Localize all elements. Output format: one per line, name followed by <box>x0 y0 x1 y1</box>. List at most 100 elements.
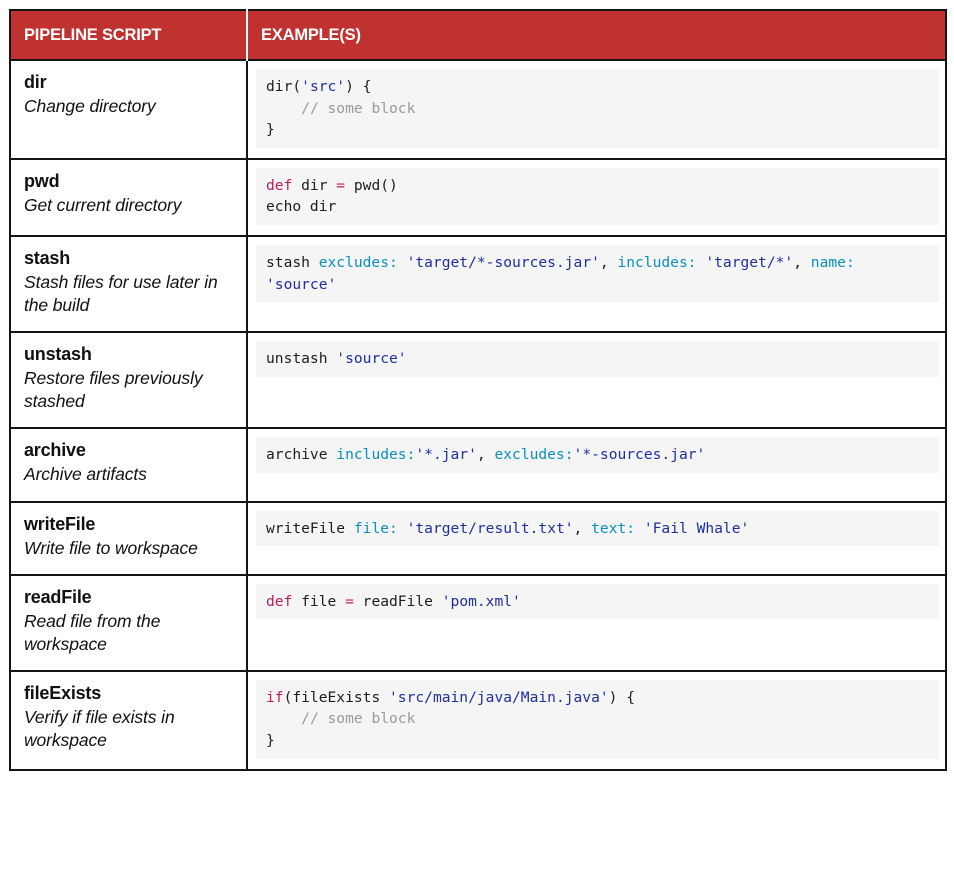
table-row: writeFileWrite file to workspacewriteFil… <box>10 502 946 575</box>
code-token-plain <box>266 710 301 727</box>
table-row: dirChange directorydir('src') { // some … <box>10 60 946 159</box>
table-header: PIPELINE SCRIPT EXAMPLE(S) <box>10 10 946 60</box>
code-token-op: = <box>345 593 354 610</box>
code-block: dir('src') { // some block } <box>256 69 939 148</box>
script-description: Change directory <box>24 95 236 118</box>
code-token-str: 'source' <box>336 350 406 367</box>
script-name: fileExists <box>24 682 236 705</box>
code-token-param: file: <box>354 520 398 537</box>
code-token-plain: dir <box>292 177 336 194</box>
code-token-str: 'pom.xml' <box>442 593 521 610</box>
code-token-plain: archive <box>266 446 336 463</box>
script-name: pwd <box>24 170 236 193</box>
column-header-examples: EXAMPLE(S) <box>247 10 946 60</box>
code-token-param: excludes: <box>494 446 573 463</box>
code-token-param: includes: <box>336 446 415 463</box>
script-cell: pwdGet current directory <box>10 159 247 236</box>
table-body: dirChange directorydir('src') { // some … <box>10 60 946 770</box>
example-cell: def file = readFile 'pom.xml' <box>247 575 946 671</box>
script-description: Stash files for use later in the build <box>24 271 236 317</box>
code-token-comment: // some block <box>301 710 415 727</box>
table-row: pwdGet current directorydef dir = pwd() … <box>10 159 946 236</box>
code-token-kw: def <box>266 177 292 194</box>
code-token-op: = <box>336 177 345 194</box>
script-name: readFile <box>24 586 236 609</box>
script-cell: fileExistsVerify if file exists in works… <box>10 671 247 770</box>
example-cell: stash excludes: 'target/*-sources.jar', … <box>247 236 946 332</box>
script-description: Restore files previously stashed <box>24 367 236 413</box>
code-block: def file = readFile 'pom.xml' <box>256 584 939 620</box>
code-token-str: 'target/*' <box>705 254 793 271</box>
code-token-param: excludes: <box>319 254 398 271</box>
code-token-plain: , <box>574 520 592 537</box>
code-token-plain <box>635 520 644 537</box>
script-cell: dirChange directory <box>10 60 247 159</box>
code-block: stash excludes: 'target/*-sources.jar', … <box>256 245 939 302</box>
code-token-kw: def <box>266 593 292 610</box>
example-cell: archive includes:'*.jar', excludes:'*-so… <box>247 428 946 501</box>
script-name: writeFile <box>24 513 236 536</box>
script-description: Verify if file exists in workspace <box>24 706 236 752</box>
code-token-plain: , <box>600 254 618 271</box>
code-token-plain: } <box>266 121 275 138</box>
code-token-param: includes: <box>617 254 696 271</box>
script-cell: writeFileWrite file to workspace <box>10 502 247 575</box>
table-row: unstashRestore files previously stashedu… <box>10 332 946 428</box>
code-block: if(fileExists 'src/main/java/Main.java')… <box>256 680 939 759</box>
code-block: writeFile file: 'target/result.txt', tex… <box>256 511 939 547</box>
code-token-plain: , <box>477 446 495 463</box>
table-row: readFileRead file from the workspacedef … <box>10 575 946 671</box>
code-token-param: name: <box>811 254 855 271</box>
code-token-plain: echo dir <box>266 198 336 215</box>
script-cell: unstashRestore files previously stashed <box>10 332 247 428</box>
code-token-plain <box>266 100 301 117</box>
code-token-plain: unstash <box>266 350 336 367</box>
code-token-plain <box>398 254 407 271</box>
code-token-plain: stash <box>266 254 319 271</box>
code-token-kw: if <box>266 689 284 706</box>
script-name: unstash <box>24 343 236 366</box>
code-token-str: '*-sources.jar' <box>574 446 706 463</box>
example-cell: dir('src') { // some block } <box>247 60 946 159</box>
table-row: archiveArchive artifactsarchive includes… <box>10 428 946 501</box>
script-description: Write file to workspace <box>24 537 236 560</box>
script-description: Get current directory <box>24 194 236 217</box>
script-description: Read file from the workspace <box>24 610 236 656</box>
code-token-plain: } <box>266 732 275 749</box>
code-token-plain: ) { <box>609 689 635 706</box>
code-token-str: 'Fail Whale' <box>644 520 749 537</box>
code-token-str: 'source' <box>266 276 336 293</box>
pipeline-script-table: PIPELINE SCRIPT EXAMPLE(S) dirChange dir… <box>9 9 947 771</box>
code-block: def dir = pwd() echo dir <box>256 168 939 225</box>
code-token-plain: file <box>292 593 345 610</box>
code-token-plain: ) { <box>345 78 371 95</box>
pipeline-script-reference: PIPELINE SCRIPT EXAMPLE(S) dirChange dir… <box>9 9 947 771</box>
code-block: unstash 'source' <box>256 341 939 377</box>
code-token-comment: // some block <box>301 100 415 117</box>
script-name: dir <box>24 71 236 94</box>
code-token-param: text: <box>591 520 635 537</box>
code-token-plain: readFile <box>354 593 442 610</box>
script-name: archive <box>24 439 236 462</box>
code-token-plain: , <box>793 254 811 271</box>
column-header-pipeline-script: PIPELINE SCRIPT <box>10 10 247 60</box>
code-token-str: 'target/*-sources.jar' <box>407 254 600 271</box>
table-row: fileExistsVerify if file exists in works… <box>10 671 946 770</box>
code-token-str: '*.jar' <box>415 446 477 463</box>
example-cell: if(fileExists 'src/main/java/Main.java')… <box>247 671 946 770</box>
code-token-plain: pwd() <box>345 177 398 194</box>
code-token-str: 'target/result.txt' <box>407 520 574 537</box>
code-token-str: 'src' <box>301 78 345 95</box>
example-cell: def dir = pwd() echo dir <box>247 159 946 236</box>
code-token-plain <box>398 520 407 537</box>
script-cell: stashStash files for use later in the bu… <box>10 236 247 332</box>
table-row: stashStash files for use later in the bu… <box>10 236 946 332</box>
code-token-plain: dir( <box>266 78 301 95</box>
script-description: Archive artifacts <box>24 463 236 486</box>
example-cell: unstash 'source' <box>247 332 946 428</box>
script-name: stash <box>24 247 236 270</box>
script-cell: readFileRead file from the workspace <box>10 575 247 671</box>
code-token-plain <box>855 254 864 271</box>
table-header-row: PIPELINE SCRIPT EXAMPLE(S) <box>10 10 946 60</box>
code-token-plain: writeFile <box>266 520 354 537</box>
